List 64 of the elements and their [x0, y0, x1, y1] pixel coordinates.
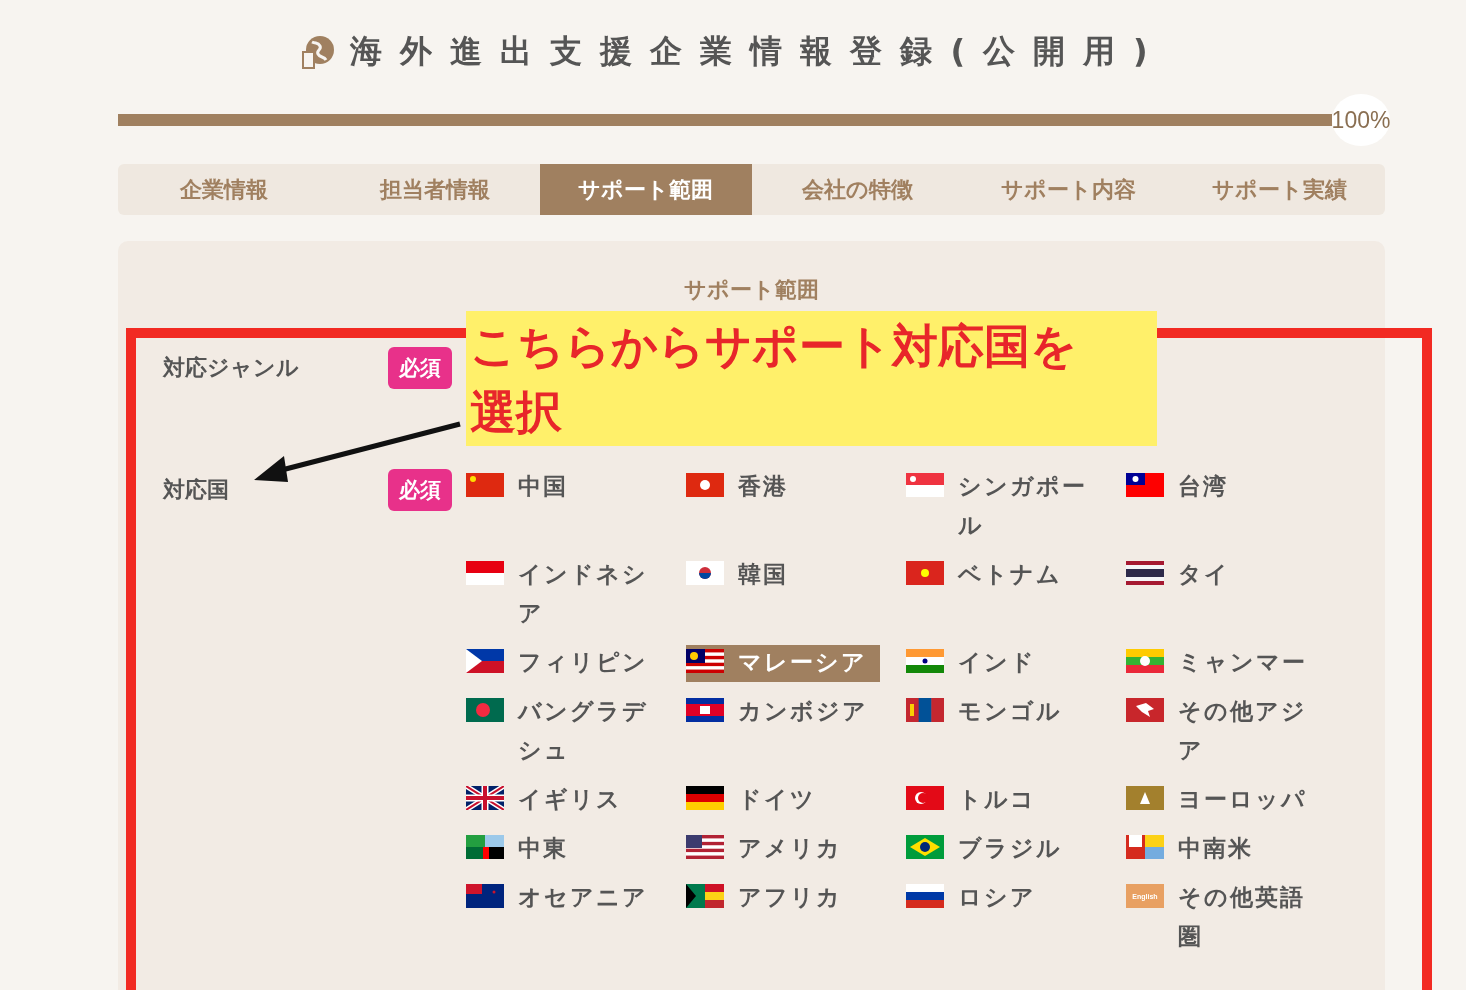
flag-icon [466, 649, 504, 673]
country-option[interactable]: 中南米 [1126, 831, 1346, 868]
flag-icon [1126, 561, 1164, 585]
country-option[interactable]: バングラデシュ [466, 694, 686, 770]
flag-icon [1126, 698, 1164, 722]
country-option[interactable]: カンボジア [686, 694, 906, 731]
country-option[interactable]: 韓国 [686, 557, 906, 594]
flag-icon [1126, 786, 1164, 810]
country-option[interactable]: ロシア [906, 880, 1126, 917]
flag-icon [686, 473, 724, 497]
flag-icon [906, 649, 944, 673]
country-option[interactable]: イギリス [466, 782, 686, 819]
flag-icon [466, 786, 504, 810]
country-option[interactable]: シンガポール [906, 469, 1126, 545]
flag-icon [686, 835, 724, 859]
country-option[interactable]: マレーシア [686, 645, 880, 682]
progress-reading: 100% [1332, 94, 1390, 146]
country-option[interactable]: ヨーロッパ [1126, 782, 1346, 819]
country-option[interactable]: ベトナム [906, 557, 1126, 594]
country-option[interactable]: ブラジル [906, 831, 1126, 868]
country-option[interactable]: アフリカ [686, 880, 906, 917]
tab[interactable]: サポート範囲 [540, 164, 752, 215]
country-option[interactable]: 中国 [466, 469, 686, 506]
field-label: 対応国 [163, 476, 230, 504]
annotation-note: こちらからサポート対応国を選択 [466, 311, 1157, 446]
page-title: 海外進出支援企業情報登録(公開用) [350, 31, 1166, 72]
country-option[interactable]: その他アジア [1126, 694, 1346, 770]
country-option[interactable]: オセアニア [466, 880, 686, 917]
flag-icon [906, 561, 944, 585]
globe-building-icon [300, 34, 337, 70]
flag-icon [686, 786, 724, 810]
flag-icon [1126, 649, 1164, 673]
country-option[interactable]: インド [906, 645, 1126, 682]
flag-icon [906, 786, 944, 810]
country-option[interactable]: ミャンマー [1126, 645, 1346, 682]
flag-icon [1126, 835, 1164, 859]
required-badge: 必須 [388, 347, 452, 389]
flag-icon [466, 698, 504, 722]
flag-icon [686, 649, 724, 673]
country-option[interactable]: フィリピン [466, 645, 686, 682]
flag-icon [466, 473, 504, 497]
flag-icon [906, 473, 944, 497]
country-option[interactable]: トルコ [906, 782, 1126, 819]
country-option[interactable]: 香港 [686, 469, 906, 506]
flag-icon [686, 698, 724, 722]
country-option[interactable]: アメリカ [686, 831, 906, 868]
country-option[interactable]: ドイツ [686, 782, 906, 819]
required-badge: 必須 [388, 469, 452, 511]
flag-icon [906, 835, 944, 859]
flag-icon [686, 561, 724, 585]
flag-icon [906, 884, 944, 908]
section-title: サポート範囲 [683, 276, 820, 304]
country-option[interactable]: タイ [1126, 557, 1346, 594]
flag-icon [686, 884, 724, 908]
flag-icon [906, 698, 944, 722]
country-option[interactable]: インドネシア [466, 557, 686, 633]
flag-icon [466, 835, 504, 859]
field-label: 対応ジャンル [163, 354, 300, 382]
flag-icon [1126, 473, 1164, 497]
flag-icon [466, 884, 504, 908]
country-option[interactable]: 中東 [466, 831, 686, 868]
flag-icon [466, 561, 504, 585]
country-option[interactable]: モンゴル [906, 694, 1126, 731]
country-option[interactable]: 台湾 [1126, 469, 1346, 506]
